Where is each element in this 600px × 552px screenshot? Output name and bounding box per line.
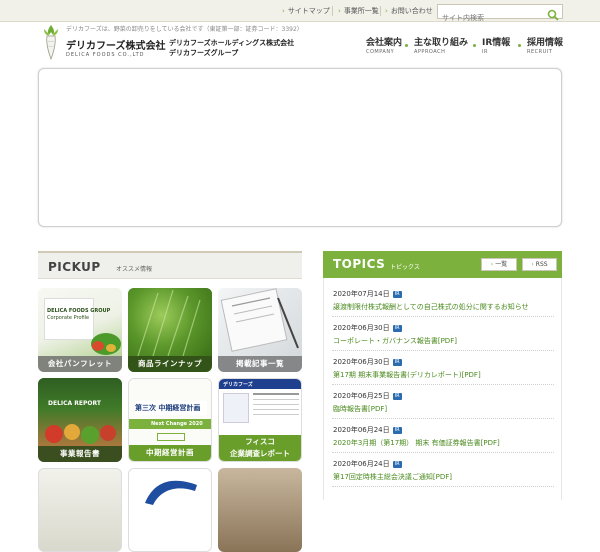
pickup-title: PICKUP: [48, 260, 101, 274]
nav-dot: [518, 44, 521, 47]
topic-item: 2020年06月24日 IR 第17回定時株主総会決議ご通知[PDF]: [333, 459, 558, 482]
tile-label: 会社パンフレット: [38, 356, 122, 372]
site-search: [437, 4, 563, 25]
greens-image: [128, 288, 212, 356]
pickup-tile-more-2[interactable]: [128, 468, 212, 552]
topic-item: 2020年06月25日 IR 臨時報告書[PDF]: [333, 391, 558, 414]
divider: [380, 6, 381, 16]
divider: [332, 486, 554, 487]
group-name: デリカフーズグループ: [169, 49, 239, 57]
pickup-tile-pamphlet[interactable]: DELICA FOODS GROUP Corporate Profile 会社パ…: [38, 288, 122, 372]
company-name-en: DELICA FOODS CO.,LTD: [66, 52, 145, 58]
utility-bar: › サイトマップ › 事業所一覧 › お問い合わせ: [0, 0, 600, 25]
topic-link[interactable]: 2020年3月期（第17期） 期末 有価証券報告書[PDF]: [333, 438, 558, 448]
tile-label: 商品ラインナップ: [128, 356, 212, 372]
topic-link[interactable]: 第17回定時株主総会決議ご通知[PDF]: [333, 472, 558, 482]
pickup-tile-report[interactable]: DELICA REPORT 事業報告書: [38, 378, 122, 462]
topic-date: 2020年06月30日: [333, 358, 390, 366]
chevron-right-icon: ›: [385, 7, 388, 15]
plan-cover-image: 第三次 中期経営計画 Next Change 2020: [129, 379, 211, 447]
divider: [332, 6, 333, 16]
topic-link[interactable]: 第17期 期末事業報告書(デリカレポート)[PDF]: [333, 370, 558, 380]
pickup-tile-more-3[interactable]: [218, 468, 302, 552]
divider: [332, 418, 554, 419]
report-image: DELICA REPORT: [38, 378, 122, 446]
gnav-ir[interactable]: IR情報 IR: [482, 35, 510, 55]
pamphlet-image: DELICA FOODS GROUP Corporate Profile: [38, 288, 122, 356]
ir-badge: IR: [392, 325, 402, 332]
topic-link[interactable]: 臨時報告書[PDF]: [333, 404, 558, 414]
topic-link[interactable]: 譲渡制限付株式報酬としての自己株式の処分に関するお知らせ: [333, 302, 558, 312]
topic-date: 2020年06月25日: [333, 392, 390, 400]
tile-label: フィスコ 企業調査レポート: [219, 435, 301, 461]
gnav-recruit[interactable]: 採用情報 RECRUIT: [527, 35, 563, 55]
radish-logo-icon[interactable]: [38, 23, 64, 61]
topic-item: 2020年07月14日 IR 譲渡制限付株式報酬としての自己株式の処分に関するお知…: [333, 289, 558, 312]
topics-title: TOPICS: [333, 257, 386, 271]
ir-badge: IR: [392, 393, 402, 400]
newspaper-image: [218, 288, 302, 356]
holdings-name: デリカフーズホールディングス株式会社: [169, 39, 295, 47]
topic-date: 2020年06月24日: [333, 426, 390, 434]
pickup-tile-articles[interactable]: 掲載記事一覧: [218, 288, 302, 372]
nav-dot: [405, 44, 408, 47]
chevron-right-icon: ›: [338, 7, 341, 15]
topic-item: 2020年06月30日 IR 第17期 期末事業報告書(デリカレポート)[PDF]: [333, 357, 558, 380]
company-name[interactable]: デリカフーズ株式会社: [66, 37, 166, 52]
topic-item: 2020年06月30日 IR コーポレート・ガバナンス報告書[PDF]: [333, 323, 558, 346]
contact-link[interactable]: › お問い合わせ: [385, 6, 433, 16]
divider: [332, 452, 554, 453]
pickup-tile-fisco[interactable]: デリカフーズ フィスコ 企業調査レポート: [218, 378, 302, 462]
pickup-tile-products[interactable]: 商品ラインナップ: [128, 288, 212, 372]
divider: [332, 316, 554, 317]
topics-list-button[interactable]: › 一覧: [481, 258, 517, 271]
pickup-tile-more-1[interactable]: [38, 468, 122, 552]
topic-link[interactable]: コーポレート・ガバナンス報告書[PDF]: [333, 336, 558, 346]
topic-date: 2020年06月30日: [333, 324, 390, 332]
pickup-header: PICKUP オススメ情報: [38, 251, 302, 279]
divider: [332, 350, 554, 351]
chevron-right-icon: ›: [531, 261, 534, 268]
vegetable-image: [91, 333, 121, 355]
search-icon: [547, 9, 559, 21]
ir-badge: IR: [392, 291, 402, 298]
nav-dot: [473, 44, 476, 47]
tile-label: 事業報告書: [38, 446, 122, 462]
search-button[interactable]: [546, 6, 560, 21]
ir-badge: IR: [392, 461, 402, 468]
chevron-right-icon: ›: [490, 261, 494, 268]
topic-date: 2020年06月24日: [333, 460, 390, 468]
offices-link[interactable]: › 事業所一覧: [338, 6, 379, 16]
site-tagline: デリカフーズは、野菜の卸売りをしている会社です（東証第一部：証券コード：3392…: [66, 26, 303, 33]
gnav-approach[interactable]: 主な取り組み APPROACH: [414, 35, 468, 55]
sitemap-link[interactable]: › サイトマップ: [282, 6, 330, 16]
divider: [332, 384, 554, 385]
pickup-subtitle: オススメ情報: [116, 266, 153, 273]
ir-badge: IR: [392, 359, 402, 366]
chevron-right-icon: ›: [282, 7, 285, 15]
gnav-company[interactable]: 会社案内 COMPANY: [366, 35, 402, 55]
ir-badge: IR: [392, 427, 402, 434]
site-header: デリカフーズは、野菜の卸売りをしている会社です（東証第一部：証券コード：3392…: [0, 22, 600, 68]
topic-date: 2020年07月14日: [333, 290, 390, 298]
topics-header: TOPICS トピックス › 一覧 › RSS: [323, 251, 562, 278]
wave-logo-icon: [145, 480, 197, 505]
tile-label: 掲載記事一覧: [218, 356, 302, 372]
topic-item: 2020年06月24日 IR 2020年3月期（第17期） 期末 有価証券報告書[…: [333, 425, 558, 448]
hero-slideshow[interactable]: [38, 68, 562, 227]
pickup-tile-plan[interactable]: 第三次 中期経営計画 Next Change 2020 中期経営計画: [128, 378, 212, 462]
topics-subtitle: トピックス: [390, 264, 420, 271]
rss-button[interactable]: › RSS: [522, 258, 557, 271]
tile-label: 中期経営計画: [129, 445, 211, 461]
